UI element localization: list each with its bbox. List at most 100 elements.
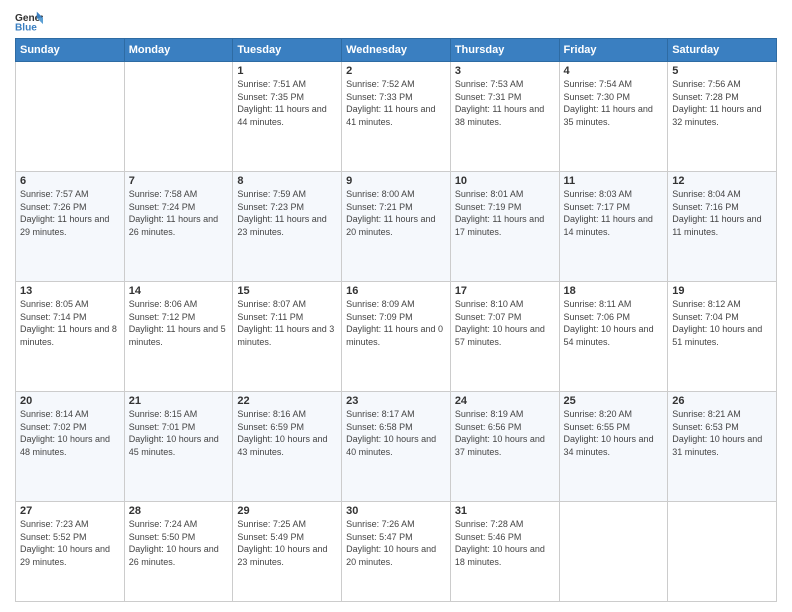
day-number: 31 — [455, 505, 555, 517]
calendar-cell: 30Sunrise: 7:26 AMSunset: 5:47 PMDayligh… — [342, 502, 451, 602]
calendar-table: SundayMondayTuesdayWednesdayThursdayFrid… — [15, 38, 777, 602]
day-number: 28 — [129, 505, 229, 517]
calendar-cell: 13Sunrise: 8:05 AMSunset: 7:14 PMDayligh… — [16, 282, 125, 392]
day-info: Sunrise: 8:06 AMSunset: 7:12 PMDaylight:… — [129, 298, 229, 348]
day-number: 4 — [564, 65, 664, 77]
day-number: 9 — [346, 175, 446, 187]
day-info: Sunrise: 7:53 AMSunset: 7:31 PMDaylight:… — [455, 78, 555, 128]
day-info: Sunrise: 8:03 AMSunset: 7:17 PMDaylight:… — [564, 188, 664, 238]
calendar-cell: 23Sunrise: 8:17 AMSunset: 6:58 PMDayligh… — [342, 392, 451, 502]
calendar-cell: 2Sunrise: 7:52 AMSunset: 7:33 PMDaylight… — [342, 62, 451, 172]
day-number: 15 — [237, 285, 337, 297]
calendar-cell: 29Sunrise: 7:25 AMSunset: 5:49 PMDayligh… — [233, 502, 342, 602]
day-number: 13 — [20, 285, 120, 297]
col-header-friday: Friday — [559, 39, 668, 62]
calendar-cell: 19Sunrise: 8:12 AMSunset: 7:04 PMDayligh… — [668, 282, 777, 392]
day-info: Sunrise: 8:00 AMSunset: 7:21 PMDaylight:… — [346, 188, 446, 238]
day-number: 17 — [455, 285, 555, 297]
day-info: Sunrise: 8:16 AMSunset: 6:59 PMDaylight:… — [237, 408, 337, 458]
day-number: 20 — [20, 395, 120, 407]
calendar-cell: 7Sunrise: 7:58 AMSunset: 7:24 PMDaylight… — [124, 172, 233, 282]
day-info: Sunrise: 7:57 AMSunset: 7:26 PMDaylight:… — [20, 188, 120, 238]
day-info: Sunrise: 7:51 AMSunset: 7:35 PMDaylight:… — [237, 78, 337, 128]
calendar-cell: 31Sunrise: 7:28 AMSunset: 5:46 PMDayligh… — [450, 502, 559, 602]
day-number: 27 — [20, 505, 120, 517]
calendar-cell: 5Sunrise: 7:56 AMSunset: 7:28 PMDaylight… — [668, 62, 777, 172]
calendar-cell: 1Sunrise: 7:51 AMSunset: 7:35 PMDaylight… — [233, 62, 342, 172]
day-info: Sunrise: 7:28 AMSunset: 5:46 PMDaylight:… — [455, 518, 555, 568]
day-info: Sunrise: 7:25 AMSunset: 5:49 PMDaylight:… — [237, 518, 337, 568]
calendar-cell — [124, 62, 233, 172]
day-number: 8 — [237, 175, 337, 187]
day-info: Sunrise: 7:58 AMSunset: 7:24 PMDaylight:… — [129, 188, 229, 238]
day-info: Sunrise: 7:23 AMSunset: 5:52 PMDaylight:… — [20, 518, 120, 568]
logo-icon: General Blue — [15, 10, 43, 32]
day-info: Sunrise: 8:15 AMSunset: 7:01 PMDaylight:… — [129, 408, 229, 458]
day-info: Sunrise: 8:11 AMSunset: 7:06 PMDaylight:… — [564, 298, 664, 348]
day-info: Sunrise: 8:19 AMSunset: 6:56 PMDaylight:… — [455, 408, 555, 458]
calendar-row: 13Sunrise: 8:05 AMSunset: 7:14 PMDayligh… — [16, 282, 777, 392]
page: General Blue SundayMondayTuesdayWednesda… — [0, 0, 792, 612]
calendar-cell — [16, 62, 125, 172]
calendar-cell: 17Sunrise: 8:10 AMSunset: 7:07 PMDayligh… — [450, 282, 559, 392]
day-number: 7 — [129, 175, 229, 187]
day-info: Sunrise: 8:01 AMSunset: 7:19 PMDaylight:… — [455, 188, 555, 238]
day-number: 26 — [672, 395, 772, 407]
col-header-sunday: Sunday — [16, 39, 125, 62]
day-info: Sunrise: 8:20 AMSunset: 6:55 PMDaylight:… — [564, 408, 664, 458]
day-number: 29 — [237, 505, 337, 517]
calendar-cell: 20Sunrise: 8:14 AMSunset: 7:02 PMDayligh… — [16, 392, 125, 502]
day-info: Sunrise: 7:24 AMSunset: 5:50 PMDaylight:… — [129, 518, 229, 568]
day-number: 22 — [237, 395, 337, 407]
day-info: Sunrise: 7:52 AMSunset: 7:33 PMDaylight:… — [346, 78, 446, 128]
calendar-row: 20Sunrise: 8:14 AMSunset: 7:02 PMDayligh… — [16, 392, 777, 502]
col-header-saturday: Saturday — [668, 39, 777, 62]
calendar-cell: 27Sunrise: 7:23 AMSunset: 5:52 PMDayligh… — [16, 502, 125, 602]
calendar-cell: 14Sunrise: 8:06 AMSunset: 7:12 PMDayligh… — [124, 282, 233, 392]
day-info: Sunrise: 8:05 AMSunset: 7:14 PMDaylight:… — [20, 298, 120, 348]
day-number: 24 — [455, 395, 555, 407]
calendar-row: 1Sunrise: 7:51 AMSunset: 7:35 PMDaylight… — [16, 62, 777, 172]
calendar-cell: 4Sunrise: 7:54 AMSunset: 7:30 PMDaylight… — [559, 62, 668, 172]
day-info: Sunrise: 7:59 AMSunset: 7:23 PMDaylight:… — [237, 188, 337, 238]
calendar-cell: 12Sunrise: 8:04 AMSunset: 7:16 PMDayligh… — [668, 172, 777, 282]
calendar-cell — [668, 502, 777, 602]
svg-text:Blue: Blue — [15, 22, 37, 32]
calendar-cell: 22Sunrise: 8:16 AMSunset: 6:59 PMDayligh… — [233, 392, 342, 502]
day-number: 10 — [455, 175, 555, 187]
day-number: 12 — [672, 175, 772, 187]
day-number: 3 — [455, 65, 555, 77]
calendar-cell: 21Sunrise: 8:15 AMSunset: 7:01 PMDayligh… — [124, 392, 233, 502]
col-header-wednesday: Wednesday — [342, 39, 451, 62]
calendar-cell: 26Sunrise: 8:21 AMSunset: 6:53 PMDayligh… — [668, 392, 777, 502]
day-number: 11 — [564, 175, 664, 187]
day-number: 19 — [672, 285, 772, 297]
day-info: Sunrise: 8:17 AMSunset: 6:58 PMDaylight:… — [346, 408, 446, 458]
calendar-cell: 25Sunrise: 8:20 AMSunset: 6:55 PMDayligh… — [559, 392, 668, 502]
col-header-monday: Monday — [124, 39, 233, 62]
calendar-cell: 8Sunrise: 7:59 AMSunset: 7:23 PMDaylight… — [233, 172, 342, 282]
calendar-cell: 15Sunrise: 8:07 AMSunset: 7:11 PMDayligh… — [233, 282, 342, 392]
logo: General Blue — [15, 10, 47, 32]
calendar-cell: 3Sunrise: 7:53 AMSunset: 7:31 PMDaylight… — [450, 62, 559, 172]
calendar-cell: 11Sunrise: 8:03 AMSunset: 7:17 PMDayligh… — [559, 172, 668, 282]
day-info: Sunrise: 8:10 AMSunset: 7:07 PMDaylight:… — [455, 298, 555, 348]
header: General Blue — [15, 10, 777, 32]
calendar-cell: 9Sunrise: 8:00 AMSunset: 7:21 PMDaylight… — [342, 172, 451, 282]
day-info: Sunrise: 8:04 AMSunset: 7:16 PMDaylight:… — [672, 188, 772, 238]
day-info: Sunrise: 8:21 AMSunset: 6:53 PMDaylight:… — [672, 408, 772, 458]
day-info: Sunrise: 7:56 AMSunset: 7:28 PMDaylight:… — [672, 78, 772, 128]
calendar-header-row: SundayMondayTuesdayWednesdayThursdayFrid… — [16, 39, 777, 62]
calendar-cell: 6Sunrise: 7:57 AMSunset: 7:26 PMDaylight… — [16, 172, 125, 282]
calendar-cell: 28Sunrise: 7:24 AMSunset: 5:50 PMDayligh… — [124, 502, 233, 602]
calendar-row: 27Sunrise: 7:23 AMSunset: 5:52 PMDayligh… — [16, 502, 777, 602]
calendar-row: 6Sunrise: 7:57 AMSunset: 7:26 PMDaylight… — [16, 172, 777, 282]
col-header-thursday: Thursday — [450, 39, 559, 62]
day-number: 23 — [346, 395, 446, 407]
day-number: 18 — [564, 285, 664, 297]
day-number: 30 — [346, 505, 446, 517]
day-info: Sunrise: 8:12 AMSunset: 7:04 PMDaylight:… — [672, 298, 772, 348]
day-number: 25 — [564, 395, 664, 407]
col-header-tuesday: Tuesday — [233, 39, 342, 62]
calendar-cell: 16Sunrise: 8:09 AMSunset: 7:09 PMDayligh… — [342, 282, 451, 392]
